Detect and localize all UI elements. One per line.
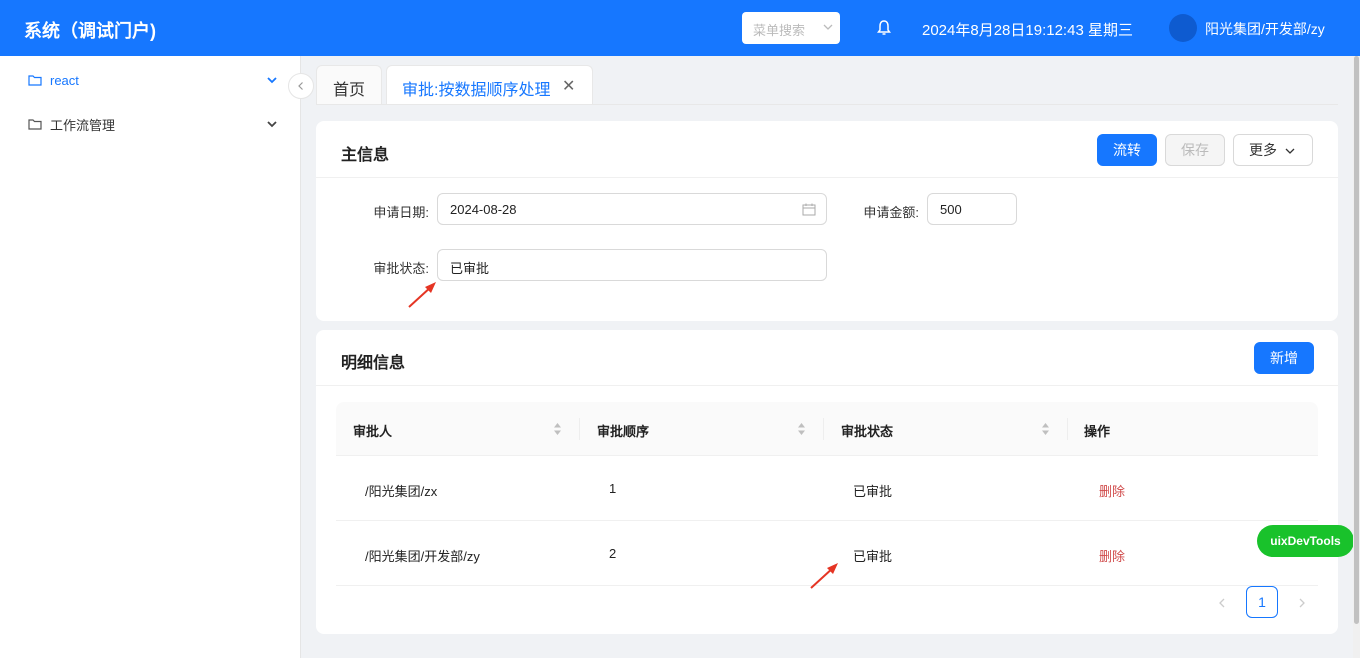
- column-header-approver[interactable]: 审批人: [353, 421, 392, 440]
- column-header-action: 操作: [1084, 424, 1111, 439]
- tab-approval[interactable]: 审批:按数据顺序处理 ✕: [386, 65, 593, 105]
- column-header-status[interactable]: 审批状态: [841, 421, 893, 440]
- apply-date-label: 申请日期:: [373, 205, 429, 220]
- save-button[interactable]: 保存: [1165, 134, 1225, 166]
- sidebar: react 工作流管理: [0, 56, 301, 658]
- chevron-down-icon[interactable]: [266, 118, 278, 130]
- status-value: 已审批: [450, 261, 490, 276]
- main-info-card: 主信息 流转 保存 更多 申请日期: 2024-08-28 申请金额: 500 …: [316, 121, 1338, 321]
- chevron-right-icon[interactable]: [1296, 597, 1308, 609]
- sidebar-item-workflow[interactable]: 工作流管理: [28, 112, 278, 136]
- cell-approver: /阳光集团/zx: [365, 484, 438, 499]
- menu-search-placeholder: 菜单搜索: [753, 23, 806, 38]
- bell-icon[interactable]: [876, 19, 892, 37]
- apply-date-value: 2024-08-28: [450, 202, 517, 217]
- annotation-arrow-icon: [810, 563, 838, 589]
- amount-field[interactable]: 500: [927, 193, 1017, 225]
- column-divider: [1067, 418, 1068, 440]
- status-field[interactable]: 已审批: [437, 249, 827, 281]
- column-divider: [579, 418, 580, 440]
- cell-order: 2: [609, 546, 617, 561]
- scrollbar-thumb[interactable]: [1354, 56, 1359, 624]
- detail-info-title: 明细信息: [341, 355, 406, 372]
- menu-search-select[interactable]: 菜单搜索: [742, 12, 840, 44]
- sidebar-item-react[interactable]: react: [28, 68, 278, 92]
- datetime-display: 2024年8月28日19:12:43 星期三: [922, 22, 1133, 39]
- delete-link[interactable]: 删除: [1099, 481, 1125, 500]
- sort-icon[interactable]: [553, 422, 562, 436]
- chevron-down-icon[interactable]: [266, 74, 278, 86]
- card-divider: [316, 385, 1338, 386]
- status-label: 审批状态:: [373, 261, 429, 276]
- chevron-down-icon: [1285, 148, 1295, 154]
- sidebar-item-label: 工作流管理: [50, 117, 116, 133]
- amount-label: 申请金额:: [863, 205, 919, 220]
- tab-label: 审批:按数据顺序处理: [402, 82, 551, 99]
- apply-date-field[interactable]: 2024-08-28: [437, 193, 827, 225]
- folder-icon: [28, 119, 42, 130]
- card-divider: [316, 177, 1338, 178]
- top-header: 系统（调试门户) 菜单搜索 2024年8月28日19:12:43 星期三 阳光集…: [0, 0, 1360, 56]
- sidebar-item-label: react: [50, 72, 79, 88]
- cell-status: 已审批: [853, 549, 893, 564]
- app-title: 系统（调试门户): [24, 21, 156, 41]
- main-info-title: 主信息: [341, 147, 390, 164]
- calendar-icon[interactable]: [802, 203, 816, 216]
- devtools-button[interactable]: uixDevTools: [1257, 525, 1354, 557]
- tab-home[interactable]: 首页: [316, 65, 382, 105]
- folder-icon: [28, 75, 42, 86]
- more-button-label: 更多: [1249, 142, 1277, 158]
- cell-order: 1: [609, 481, 617, 496]
- cell-status: 已审批: [853, 484, 893, 499]
- sort-icon[interactable]: [1041, 422, 1050, 436]
- sort-icon[interactable]: [797, 422, 806, 436]
- amount-value: 500: [940, 202, 962, 217]
- more-button[interactable]: 更多: [1233, 134, 1313, 166]
- chevron-left-icon: [298, 82, 303, 90]
- annotation-arrow-icon: [408, 282, 436, 308]
- sidebar-collapse-button[interactable]: [288, 73, 314, 99]
- user-name[interactable]: 阳光集团/开发部/zy: [1205, 19, 1325, 39]
- pagination-current-page[interactable]: 1: [1246, 586, 1278, 618]
- chevron-down-icon: [823, 24, 833, 30]
- table-row: /阳光集团/zx 1 已审批 删除: [336, 456, 1318, 521]
- tab-divider: [316, 104, 1338, 105]
- column-header-order[interactable]: 审批顺序: [597, 421, 649, 440]
- column-divider: [823, 418, 824, 440]
- table-header: 审批人 审批顺序 审批状态 操作: [336, 402, 1318, 456]
- avatar[interactable]: [1169, 14, 1197, 42]
- flow-button[interactable]: 流转: [1097, 134, 1157, 166]
- add-button[interactable]: 新增: [1254, 342, 1314, 374]
- cell-approver: /阳光集团/开发部/zy: [365, 549, 480, 564]
- close-icon[interactable]: ✕: [562, 76, 575, 96]
- chevron-left-icon[interactable]: [1216, 597, 1228, 609]
- tab-label: 首页: [332, 82, 365, 99]
- delete-link[interactable]: 删除: [1099, 546, 1125, 565]
